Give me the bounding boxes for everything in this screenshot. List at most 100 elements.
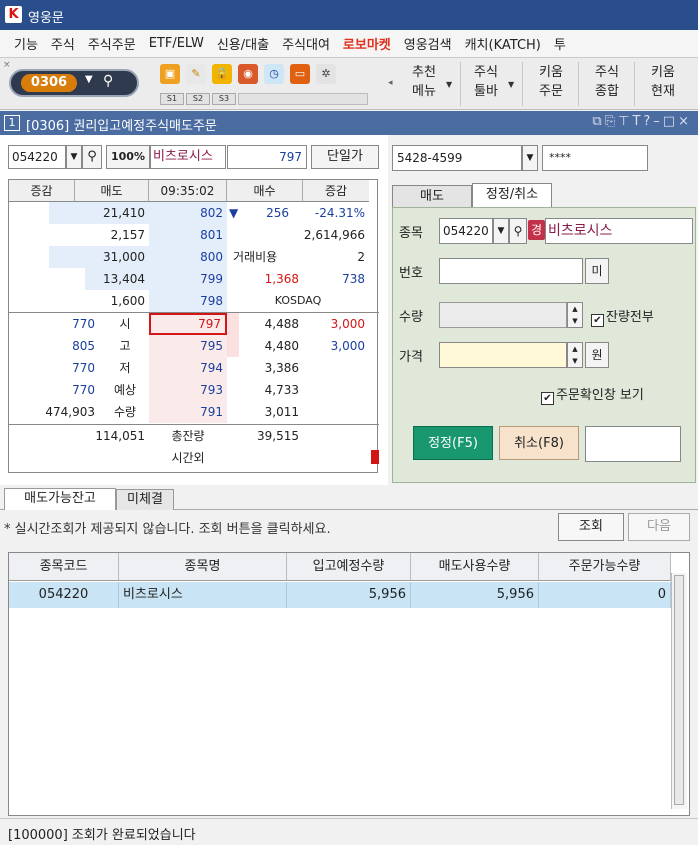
scrollbar-thumb[interactable] (674, 575, 684, 805)
menu-item-function[interactable]: 기능 (14, 34, 38, 53)
minimize-icon[interactable]: – (653, 114, 663, 129)
chevron-down-icon[interactable]: ▼ (522, 145, 538, 171)
bid-price[interactable]: 795 (149, 335, 227, 357)
menu-item-stock-lending[interactable]: 주식대여 (282, 34, 330, 53)
tab-modify-cancel[interactable]: 정정/취소 (472, 183, 552, 207)
chevron-down-icon[interactable]: ▼ (85, 74, 93, 85)
chevron-left-icon[interactable]: ◂ (388, 78, 393, 88)
ask-price[interactable]: 799 (149, 268, 227, 290)
modify-button[interactable]: 정정(F5) (413, 426, 493, 460)
kiwoom-order-bottom: 주문 (539, 84, 563, 99)
chevron-down-icon[interactable]: ▼ (493, 218, 509, 244)
table-row-name[interactable]: 비츠로시스 (119, 582, 287, 608)
screen-tab-2[interactable]: S2 (186, 93, 210, 105)
password-input[interactable]: **** (542, 145, 648, 171)
bid-price-selected[interactable]: 797 (149, 313, 227, 335)
tab-sell[interactable]: 매도 (392, 185, 472, 207)
screen-tab-3[interactable]: S3 (212, 93, 236, 105)
bid-price[interactable]: 794 (149, 357, 227, 379)
price-stepper[interactable]: ▲ ▼ (567, 342, 583, 368)
window-controls[interactable]: ⧉⎘⊤T?–□× (592, 114, 692, 129)
percent-box[interactable]: 100% (106, 145, 150, 169)
ask-price[interactable]: 798 (149, 290, 227, 312)
kiwoom-current-button[interactable]: 키움 현재 (640, 63, 686, 107)
menu-item-robo-market[interactable]: 로보마켓 (343, 34, 391, 53)
single-price-button[interactable]: 단일가 (311, 145, 379, 169)
menu-item-invest[interactable]: 투 (554, 34, 566, 53)
col-header-sell-used[interactable]: 매도사용수량 (411, 553, 539, 581)
gear-icon[interactable]: ✲ (316, 64, 336, 84)
kiwoom-order-button[interactable]: 키움 주문 (528, 63, 574, 107)
ask-price[interactable]: 801 (149, 224, 227, 246)
tab-unfilled[interactable]: 미체결 (116, 489, 174, 510)
screen-code-box[interactable]: 0306 ▼ ⚲ (9, 69, 139, 97)
price-input[interactable] (439, 342, 567, 368)
bid-price[interactable]: 791 (149, 401, 227, 423)
chevron-down-icon[interactable]: ▼ (508, 80, 514, 89)
bid-price[interactable]: 793 (149, 379, 227, 401)
vertical-scrollbar[interactable] (671, 573, 687, 809)
toolbar-close-icon[interactable]: × (3, 60, 11, 70)
menu-item-stock[interactable]: 주식 (51, 34, 75, 53)
col-header-name[interactable]: 종목명 (119, 553, 287, 581)
stock-code-input[interactable]: 054220 (8, 145, 66, 169)
menu-item-katch[interactable]: 캐치(KATCH) (465, 34, 541, 53)
ask-qty: 2,157 (110, 228, 145, 242)
remaining-all-checkbox[interactable]: ✔ 잔량전부 (591, 306, 654, 327)
screen-code-value[interactable]: 0306 (21, 74, 77, 92)
next-button[interactable]: 다음 (628, 513, 690, 541)
quantity-stepper[interactable]: ▲ ▼ (567, 302, 583, 328)
order-number-input[interactable] (439, 258, 583, 284)
link-icon[interactable]: ⧉ (592, 114, 604, 129)
table-row-incoming[interactable]: 5,956 (287, 582, 411, 608)
menu-item-etf-elw[interactable]: ETF/ELW (149, 36, 204, 51)
col-header-code[interactable]: 종목코드 (9, 553, 119, 581)
menu-item-stock-order[interactable]: 주식주문 (88, 34, 136, 53)
close-icon[interactable]: × (678, 114, 692, 129)
camera-icon[interactable]: ◉ (238, 64, 258, 84)
ask-price[interactable]: 802 (149, 202, 227, 224)
won-button[interactable]: 원 (585, 342, 609, 368)
save-icon[interactable]: ▣ (160, 64, 180, 84)
search-icon[interactable]: ⚲ (82, 145, 102, 169)
check-icon[interactable]: ✔ (541, 392, 554, 405)
stock-overview-button[interactable]: 주식 종합 (584, 63, 630, 107)
screen-tab-1[interactable]: S1 (160, 93, 184, 105)
chevron-down-icon[interactable]: ▼ (66, 145, 82, 169)
menu-item-hero-search[interactable]: 영웅검색 (404, 34, 452, 53)
font-icon[interactable]: T (632, 114, 643, 129)
toolbar-separator (522, 62, 523, 106)
unfilled-lookup-button[interactable]: 미 (585, 258, 609, 284)
table-row-available[interactable]: 0 (539, 582, 671, 608)
table-row-code[interactable]: 054220 (9, 582, 119, 608)
chevron-down-icon[interactable]: ▼ (446, 80, 452, 89)
lock-icon[interactable]: 🔒 (212, 64, 232, 84)
account-number-input[interactable]: 5428-4599 (392, 145, 522, 171)
recommend-menu-button[interactable]: 추천 메뉴 (404, 63, 444, 107)
quantity-input[interactable] (439, 302, 567, 328)
volume-label: 수량 (113, 405, 137, 419)
kiwoom-current-top: 키움 (651, 65, 675, 80)
col-header-available[interactable]: 주문가능수량 (539, 553, 671, 581)
show-confirm-checkbox[interactable]: ✔ 주문확인창 보기 (541, 384, 644, 405)
tab-sellable-balance[interactable]: 매도가능잔고 (4, 488, 116, 510)
form-stock-code-input[interactable]: 054220 (439, 218, 493, 244)
menu-item-credit-loan[interactable]: 신용/대출 (217, 34, 269, 53)
col-header-incoming[interactable]: 입고예정수량 (287, 553, 411, 581)
broom-icon[interactable]: ✎ (186, 64, 206, 84)
table-row-sell-used[interactable]: 5,956 (411, 582, 539, 608)
query-button[interactable]: 조회 (558, 513, 624, 541)
search-icon[interactable]: ⚲ (103, 73, 113, 89)
check-icon[interactable]: ✔ (591, 314, 604, 327)
cancel-order-button[interactable]: 취소(F8) (499, 426, 579, 460)
stock-toolbar-button[interactable]: 주식 툴바 (466, 63, 506, 107)
maximize-icon[interactable]: □ (663, 114, 678, 129)
window-copy-icon[interactable]: ⎘ (605, 114, 618, 129)
bid-diff: 3,000 (330, 339, 365, 353)
help-icon[interactable]: ? (643, 114, 653, 129)
search-icon[interactable]: ⚲ (509, 218, 527, 244)
pin-icon[interactable]: ⊤ (618, 114, 632, 129)
ask-price[interactable]: 800 (149, 246, 227, 268)
monitor-icon[interactable]: ▭ (290, 64, 310, 84)
clock-icon[interactable]: ◷ (264, 64, 284, 84)
